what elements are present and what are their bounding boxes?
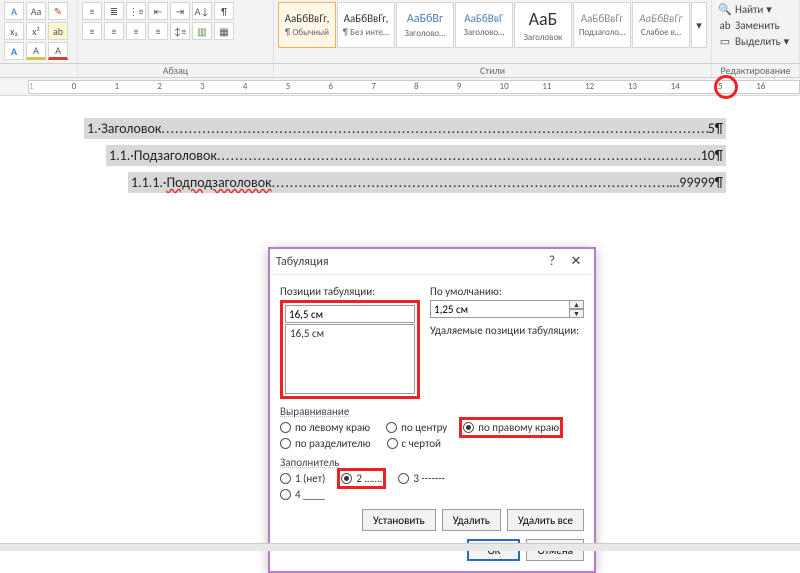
font-color2-btn[interactable]: A xyxy=(48,42,68,60)
clear-positions-label: Удаляемые позиции табуляции: xyxy=(430,324,584,337)
spin-down[interactable]: ▼ xyxy=(570,309,584,318)
toc-line[interactable]: 1.1.1.·Подподзаголовок .................… xyxy=(128,172,726,193)
chevron-down-icon: ▾ xyxy=(766,3,772,16)
bullets-btn[interactable]: ≡ xyxy=(82,2,102,20)
paragraph-group-label: Абзац xyxy=(78,64,274,77)
style-tile[interactable]: АаБбВвГЗаголово… xyxy=(455,2,513,48)
numbering-btn[interactable]: ≣ xyxy=(104,2,124,20)
ribbon-group-styles: АаБбВвГг,¶ ОбычныйАаБбВвГг,¶ Без инте…Аа… xyxy=(274,0,712,63)
annotation-box-positions: 16,5 см xyxy=(280,300,420,399)
highlight-btn[interactable]: ab xyxy=(48,22,68,40)
alignment-group-label: Выравнивание xyxy=(280,405,584,418)
close-button[interactable]: ✕ xyxy=(564,254,588,269)
styles-more-button[interactable]: ▾ xyxy=(691,2,707,48)
default-tab-label: По умолчанию: xyxy=(430,285,584,298)
dialog-titlebar: Табуляция ? ✕ xyxy=(270,249,594,275)
replace-button[interactable]: abЗаменить xyxy=(716,18,795,33)
toc-line[interactable]: 1.1.·Подзаголовок ......................… xyxy=(106,145,726,166)
ribbon-group-font: A Aa ✎ x₂ x² ab A A A xyxy=(0,0,78,63)
set-button[interactable]: Установить xyxy=(362,509,436,531)
show-marks-btn[interactable]: ¶ xyxy=(214,2,234,20)
leader-dashes-radio[interactable]: 3 ------- xyxy=(398,472,445,485)
style-tile[interactable]: АаБбВвГгПодзаголо… xyxy=(573,2,631,48)
style-tile[interactable]: АаБбВвГг,¶ Без инте… xyxy=(337,2,395,48)
line-spacing-btn[interactable]: ↕≡ xyxy=(170,22,190,40)
tab-positions-list[interactable]: 16,5 см xyxy=(285,324,415,394)
styles-gallery[interactable]: АаБбВвГг,¶ ОбычныйАаБбВвГг,¶ Без инте…Аа… xyxy=(278,2,707,48)
clear-all-button[interactable]: Удалить все xyxy=(507,509,584,531)
dialog-title: Табуляция xyxy=(276,255,540,269)
indent-inc-btn[interactable]: ⇥ xyxy=(170,2,190,20)
chevron-down-icon: ▾ xyxy=(696,19,702,32)
spin-up[interactable]: ▲ xyxy=(570,300,584,309)
change-case-btn[interactable]: Aa xyxy=(26,2,46,20)
style-tile[interactable]: АаБбВвГг,¶ Обычный xyxy=(278,2,336,48)
align-decimal-radio[interactable]: по разделителю xyxy=(280,437,371,450)
chevron-down-icon: ▾ xyxy=(784,35,790,48)
replace-icon: ab xyxy=(718,19,732,32)
sort-btn[interactable]: A↓ xyxy=(192,2,212,20)
leader-none-radio[interactable]: 1 (нет) xyxy=(280,472,325,485)
ribbon-group-editing: 🔍Найти ▾ abЗаменить ▭Выделить ▾ xyxy=(712,0,800,63)
horizontal-ruler[interactable]: 101234567891011121314151617 xyxy=(0,78,800,96)
status-bar xyxy=(0,543,800,551)
tabs-dialog: Табуляция ? ✕ Позиции табуляции: 16,5 см… xyxy=(268,247,596,573)
help-button[interactable]: ? xyxy=(540,254,564,269)
tab-position-item[interactable]: 16,5 см xyxy=(288,327,412,340)
align-right-radio[interactable]: по правому краю xyxy=(463,421,559,434)
leader-under-radio[interactable]: 4 ____ xyxy=(280,488,325,501)
document-page: 1.·Заголовок ...........................… xyxy=(84,112,726,199)
tab-positions-label: Позиции табуляции: xyxy=(280,285,420,298)
ribbon-group-paragraph: ≡ ≣ ⋮≡ ⇤ ⇥ A↓ ¶ ≡ ≡ ≡ ≡ ↕≡ ▥ ▦ xyxy=(78,0,274,63)
align-right-btn[interactable]: ≡ xyxy=(126,22,146,40)
superscript-btn[interactable]: x² xyxy=(26,22,46,40)
leader-group-label: Заполнитель xyxy=(280,456,584,469)
multilevel-btn[interactable]: ⋮≡ xyxy=(126,2,146,20)
borders-btn[interactable]: ▦ xyxy=(214,22,234,40)
font-color-btn[interactable]: A xyxy=(4,2,24,20)
align-bar-radio[interactable]: с чертой xyxy=(387,437,441,450)
align-left-btn[interactable]: ≡ xyxy=(82,22,102,40)
select-button[interactable]: ▭Выделить ▾ xyxy=(716,34,795,49)
shading-btn[interactable]: ▥ xyxy=(192,22,212,40)
align-center-radio[interactable]: по центру xyxy=(386,421,447,434)
tab-position-input[interactable] xyxy=(285,305,415,323)
clear-format-btn[interactable]: ✎ xyxy=(48,2,68,20)
indent-dec-btn[interactable]: ⇤ xyxy=(148,2,168,20)
text-effects-btn[interactable]: A xyxy=(4,42,24,60)
subscript-btn[interactable]: x₂ xyxy=(4,22,24,40)
style-tile[interactable]: АаБЗаголовок xyxy=(514,2,572,48)
toc-line[interactable]: 1.·Заголовок ...........................… xyxy=(84,118,726,139)
style-tile[interactable]: АаБбВвГгСлабое в… xyxy=(632,2,690,48)
leader-dots-radio[interactable]: 2 ……. xyxy=(341,472,382,485)
select-icon: ▭ xyxy=(718,35,732,48)
find-button[interactable]: 🔍Найти ▾ xyxy=(716,2,795,17)
styles-group-label: Стили xyxy=(274,64,712,77)
clear-button[interactable]: Удалить xyxy=(442,509,501,531)
align-justify-btn[interactable]: ≡ xyxy=(148,22,168,40)
default-tab-input[interactable] xyxy=(430,300,570,318)
ribbon-section-labels: Абзац Стили Редактирование xyxy=(0,64,800,78)
font-fill-btn[interactable]: A xyxy=(26,42,46,60)
default-tab-spin[interactable]: ▲▼ xyxy=(430,300,584,318)
annotation-circle xyxy=(714,75,738,99)
style-tile[interactable]: АаБбВгЗаголово… xyxy=(396,2,454,48)
align-left-radio[interactable]: по левому краю xyxy=(280,421,370,434)
ribbon: A Aa ✎ x₂ x² ab A A A ≡ ≣ ⋮≡ ⇤ ⇥ A↓ ¶ ≡ … xyxy=(0,0,800,64)
align-center-btn[interactable]: ≡ xyxy=(104,22,124,40)
find-icon: 🔍 xyxy=(718,3,732,16)
